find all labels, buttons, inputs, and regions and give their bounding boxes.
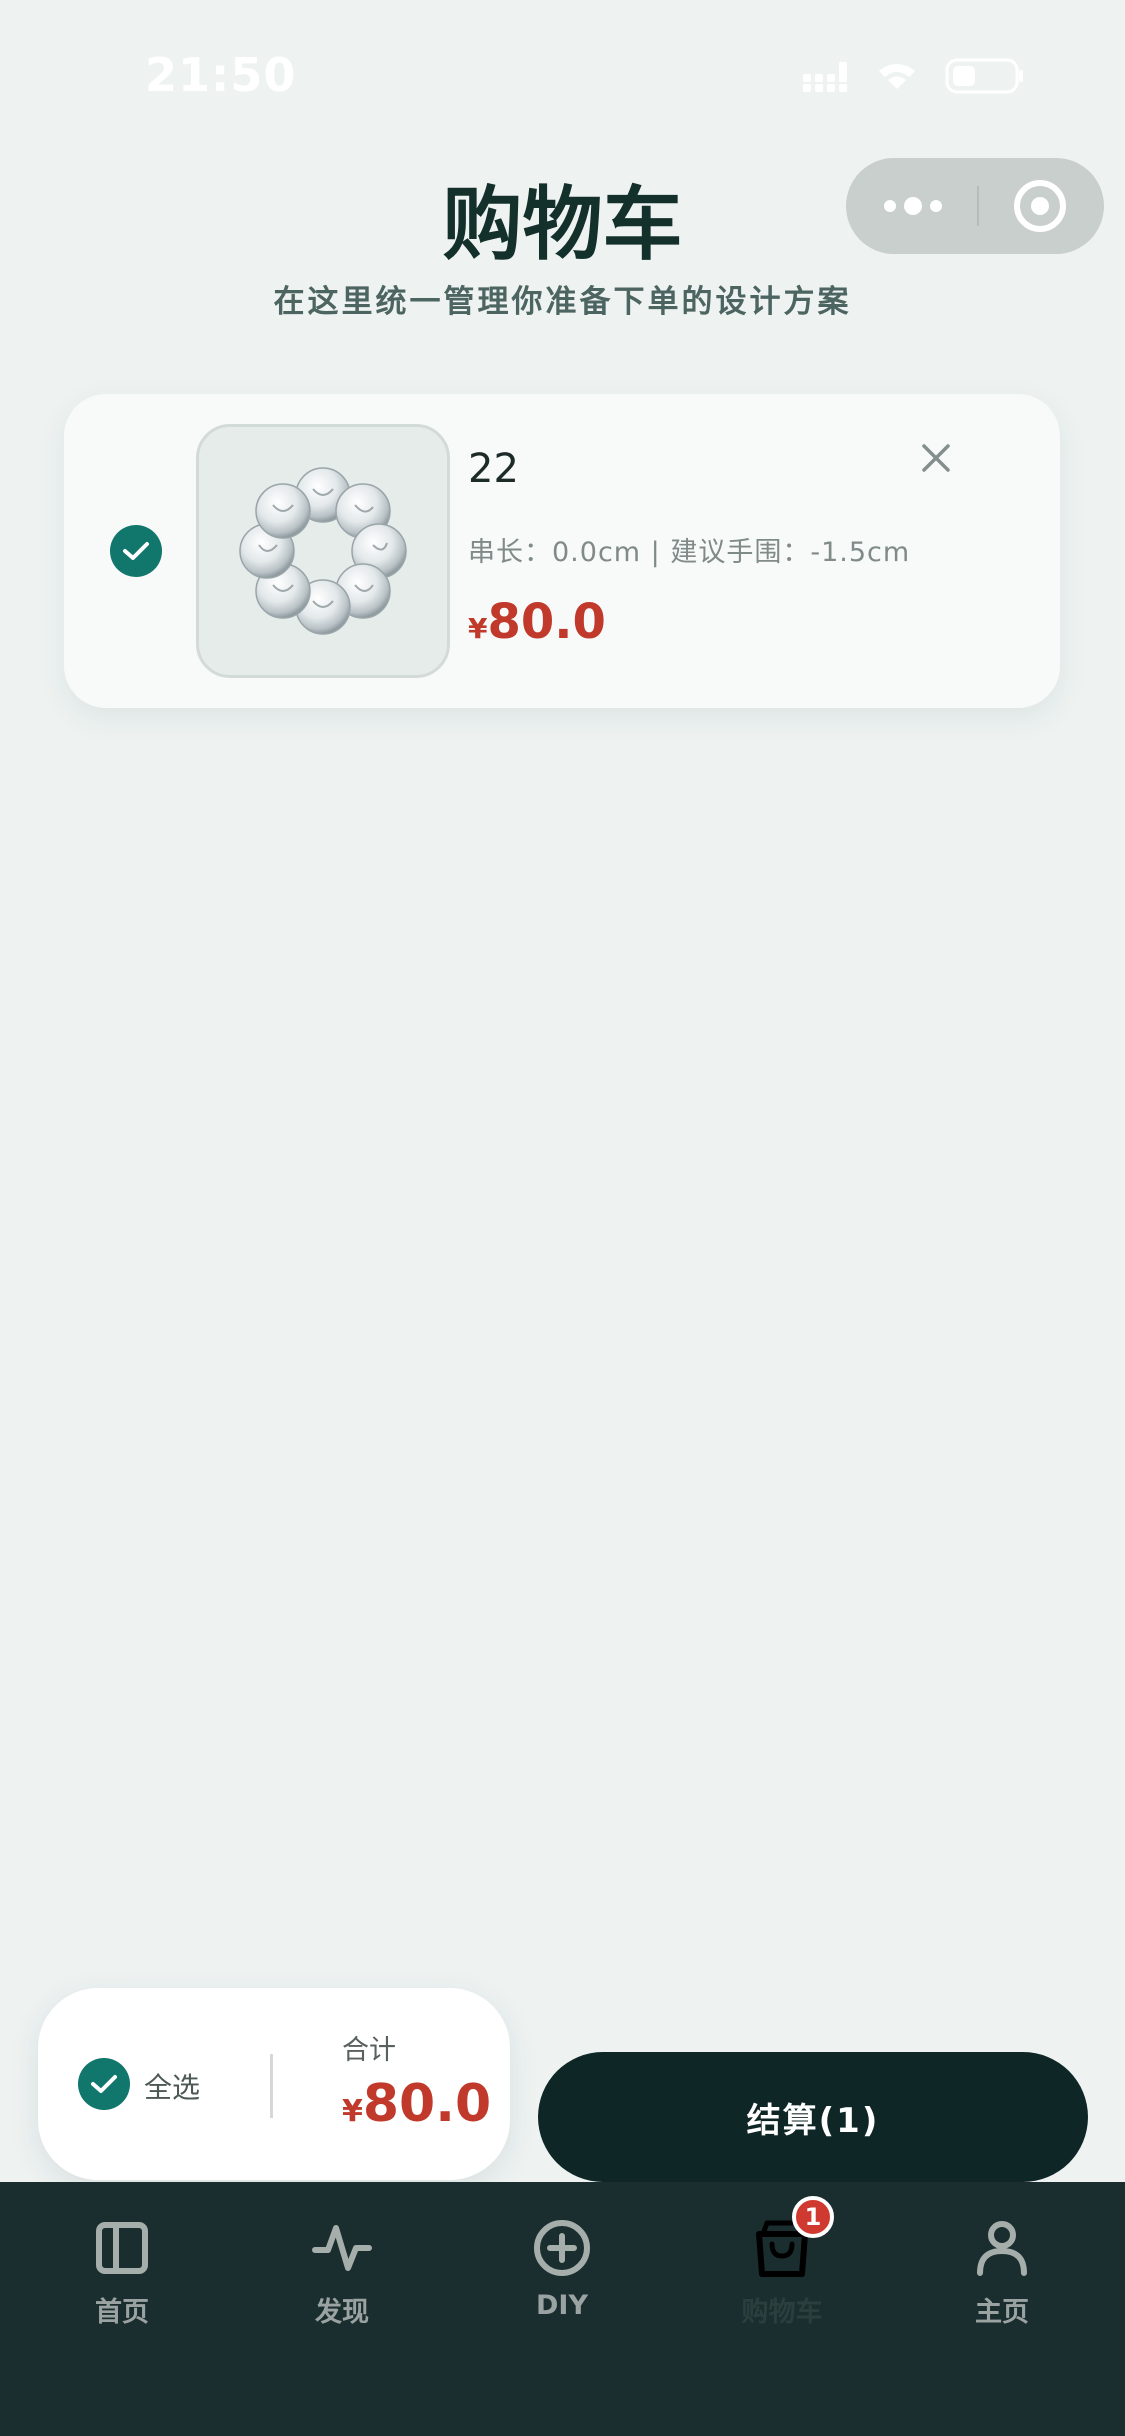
checkmark-icon [123, 542, 149, 560]
item-spec: 串长：0.0cm | 建议手围：-1.5cm [468, 537, 911, 568]
select-all-checkbox[interactable] [78, 2058, 130, 2110]
checkout-button[interactable]: 结算(1) [538, 2052, 1088, 2182]
tab-label: 发现 [315, 2297, 369, 2328]
tab-label: 首页 [95, 2297, 149, 2328]
total-label: 合计 [342, 2035, 396, 2066]
status-bar: 21:50 [0, 0, 1125, 150]
tab-diy[interactable]: DIY [477, 2216, 647, 2346]
item-price-currency: ¥ [468, 612, 488, 645]
item-price-value: 80.0 [487, 594, 606, 650]
status-icons [803, 58, 1025, 94]
tab-bar: 首页 发现 DIY 1 购物车 主页 [0, 2182, 1125, 2436]
close-icon [922, 444, 950, 472]
select-all-label[interactable]: 全选 [144, 2066, 200, 2106]
tab-label: 主页 [975, 2297, 1029, 2328]
plus-circle-icon [530, 2216, 594, 2280]
total-currency: ¥ [342, 2094, 363, 2129]
tab-profile[interactable]: 主页 [917, 2216, 1087, 2346]
tab-label: 购物车 [741, 2297, 823, 2328]
item-thumbnail[interactable] [196, 424, 450, 678]
item-select-checkbox[interactable] [110, 525, 162, 577]
item-name: 22 [468, 446, 519, 492]
tab-cart[interactable]: 1 购物车 [697, 2196, 867, 2346]
battery-icon [945, 58, 1023, 94]
total-value: 80.0 [362, 2074, 492, 2134]
cart-item-card[interactable]: 22 串长：0.0cm | 建议手围：-1.5cm ¥80.0 [64, 394, 1060, 708]
tab-label: DIY [535, 2290, 588, 2321]
tab-discover[interactable]: 发现 [257, 2216, 427, 2346]
status-time: 21:50 [145, 48, 297, 102]
user-icon [970, 2216, 1034, 2280]
summary-divider [270, 2054, 273, 2118]
page-subtitle: 在这里统一管理你准备下单的设计方案 [273, 284, 852, 320]
tab-home[interactable]: 首页 [37, 2216, 207, 2346]
activity-pulse-icon [310, 2216, 374, 2280]
cart-count-badge: 1 [792, 2196, 834, 2238]
shopping-bag-icon: 1 [750, 2196, 834, 2280]
total-price: ¥80.0 [342, 2074, 491, 2134]
remove-item-button[interactable] [910, 432, 962, 484]
page-title: 购物车 [442, 178, 683, 271]
cart-summary: 全选 合计 ¥80.0 [38, 1988, 510, 2180]
checkmark-icon [91, 2075, 117, 2093]
wifi-icon [879, 64, 915, 89]
sidebar-panel-icon [90, 2216, 154, 2280]
item-price: ¥80.0 [468, 594, 606, 650]
signal-icon [803, 62, 847, 92]
crystal-bracelet-image [239, 467, 407, 635]
